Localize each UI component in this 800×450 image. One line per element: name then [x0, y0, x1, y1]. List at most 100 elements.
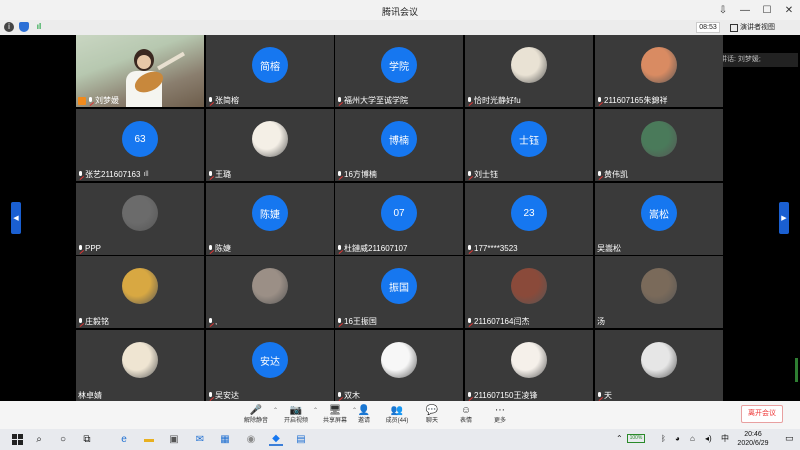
participant-tile[interactable]: 士钰 刘士钰: [465, 109, 593, 181]
app-icon[interactable]: ◉: [244, 432, 258, 446]
cortana-icon[interactable]: ○: [56, 432, 70, 446]
windows-taskbar: ⌕ ○ ⧉ e ▬ ▣ ✉ ▦ ◉ ◆ ▤ ⌃ 100% ᛒ ◕ ⌂ ◂) 中 …: [0, 429, 800, 450]
participant-tile[interactable]: 黄伟凯: [595, 109, 723, 181]
participant-tile[interactable]: ,: [206, 256, 334, 328]
participant-name: 16方博楠: [344, 170, 377, 179]
mic-muted-icon: [78, 244, 83, 253]
participant-avatar: 学院: [381, 47, 417, 83]
more-icon: ⋯: [495, 405, 505, 416]
participant-tile[interactable]: 23 177****3523: [465, 183, 593, 255]
participant-tile[interactable]: 嵩松 吴嵩松: [595, 183, 723, 255]
mail-icon[interactable]: ✉: [193, 432, 207, 446]
photos-icon[interactable]: ▦: [218, 432, 232, 446]
mic-muted-icon: [208, 170, 213, 179]
participant-tile[interactable]: 恰时光静好fu: [465, 35, 593, 107]
participant-label: 林卓婧: [78, 390, 102, 401]
shield-icon[interactable]: [19, 22, 29, 32]
participant-avatar: 23: [511, 195, 547, 231]
volume-icon[interactable]: ◂): [705, 432, 712, 446]
more-button[interactable]: ⋯ 更多: [480, 404, 520, 428]
mic-muted-icon: [208, 317, 213, 326]
emoji-icon: ☺: [460, 405, 472, 416]
participant-tile[interactable]: 庄毅铭: [76, 256, 204, 328]
next-page-button[interactable]: ▶: [779, 202, 789, 234]
search-icon[interactable]: ⌕: [32, 432, 46, 446]
store-icon[interactable]: ▣: [167, 432, 181, 446]
participant-tile[interactable]: 211607164闫杰: [465, 256, 593, 328]
tencent-meeting-taskbar-icon[interactable]: ◆: [269, 432, 283, 446]
participant-label: 177****3523: [467, 243, 518, 254]
mic-muted-icon: [597, 96, 602, 105]
participant-tile[interactable]: 211607165朱錦祥: [595, 35, 723, 107]
start-video-button[interactable]: 📷 开启视频 ⌃: [276, 404, 318, 428]
previous-page-button[interactable]: ◀: [11, 202, 21, 234]
participant-avatar: 63: [122, 121, 158, 157]
clock-time: 20:46: [744, 431, 762, 438]
minimize-button[interactable]: —: [734, 0, 756, 20]
members-button[interactable]: 👥 成员(44): [377, 404, 417, 428]
qq-icon[interactable]: ◕: [675, 432, 680, 446]
participant-tile[interactable]: 刘梦媛: [76, 35, 204, 107]
participant-name: 177****3523: [474, 244, 518, 253]
participant-label: PPP: [78, 243, 101, 254]
meeting-status-icons: i ıl: [4, 22, 44, 32]
tray-overflow-icon[interactable]: ⌃: [616, 432, 623, 446]
participant-label: 211607164闫杰: [467, 316, 529, 327]
mic-muted-icon: [467, 96, 472, 105]
participant-label: 天: [597, 390, 612, 401]
participant-avatar: [511, 268, 547, 304]
file-explorer-icon[interactable]: ▬: [142, 432, 156, 446]
close-button[interactable]: ✕: [778, 0, 800, 20]
edge-browser-icon[interactable]: e: [117, 432, 131, 446]
mic-muted-icon: [467, 317, 472, 326]
participant-name: 刘梦媛: [95, 96, 119, 105]
participant-tile[interactable]: 安达 吴安达: [206, 330, 334, 402]
wps-icon[interactable]: ▤: [294, 432, 308, 446]
participant-name: 黄伟凯: [604, 170, 628, 179]
notification-icon[interactable]: ▭: [785, 433, 796, 444]
pin-icon[interactable]: ⇩: [712, 0, 734, 20]
toolbar-label: 开启视频: [283, 418, 308, 424]
participant-avatar: 士钰: [511, 121, 547, 157]
participant-tile[interactable]: PPP: [76, 183, 204, 255]
participant-name: 张简榕: [215, 96, 239, 105]
battery-icon[interactable]: 100%: [627, 434, 645, 443]
invite-icon: 👤: [357, 405, 371, 416]
participant-tile[interactable]: 博楠 16方博楠: [335, 109, 463, 181]
participant-tile[interactable]: 学院福州大学至诚学院: [335, 35, 463, 107]
windows-start-icon[interactable]: [10, 432, 24, 446]
participant-label: 张简榕: [208, 95, 239, 106]
participant-tile[interactable]: 振国 16王振国: [335, 256, 463, 328]
participant-avatar: [122, 195, 158, 231]
participant-tile[interactable]: 双木: [335, 330, 463, 402]
scrollbar-thumb[interactable]: [795, 358, 798, 382]
participant-tile[interactable]: 211607150王凌锋: [465, 330, 593, 402]
info-icon[interactable]: i: [4, 22, 14, 32]
participant-tile[interactable]: 陈婕 陈婕: [206, 183, 334, 255]
participant-tile[interactable]: 天: [595, 330, 723, 402]
participant-tile[interactable]: 07 杜鏈威211607107: [335, 183, 463, 255]
participant-avatar: 07: [381, 195, 417, 231]
participant-name: 211607150王凌锋: [474, 391, 538, 400]
participant-tile[interactable]: 汤: [595, 256, 723, 328]
unmute-button[interactable]: 🎤 解除静音 ⌃: [236, 404, 278, 428]
participant-tile[interactable]: 王璐: [206, 109, 334, 181]
maximize-button[interactable]: ☐: [756, 0, 778, 20]
participant-tile[interactable]: 林卓婧: [76, 330, 204, 402]
participant-name: 福州大学至诚学院: [344, 96, 408, 105]
task-view-icon[interactable]: ⧉: [80, 432, 94, 446]
participant-tile[interactable]: 简榕 张简榕: [206, 35, 334, 107]
participant-name: 陈婕: [215, 244, 231, 253]
network-signal-icon[interactable]: ıl: [34, 22, 44, 32]
participant-label: 福州大学至诚学院: [337, 95, 408, 106]
system-clock[interactable]: 20:46 2020/6/29: [733, 430, 773, 448]
bluetooth-icon[interactable]: ᛒ: [661, 432, 666, 446]
speaker-view-button[interactable]: 演讲者视图: [730, 22, 775, 33]
network-icon[interactable]: ⌂: [690, 432, 695, 446]
ime-indicator[interactable]: 中: [721, 432, 729, 446]
window-controls: ⇩ — ☐ ✕: [712, 0, 800, 20]
leave-meeting-button[interactable]: 离开会议: [741, 405, 783, 423]
clock-date: 2020/6/29: [737, 440, 769, 447]
participant-tile[interactable]: 63 张艺211607163 ıll: [76, 109, 204, 181]
mic-muted-icon: [88, 96, 93, 105]
